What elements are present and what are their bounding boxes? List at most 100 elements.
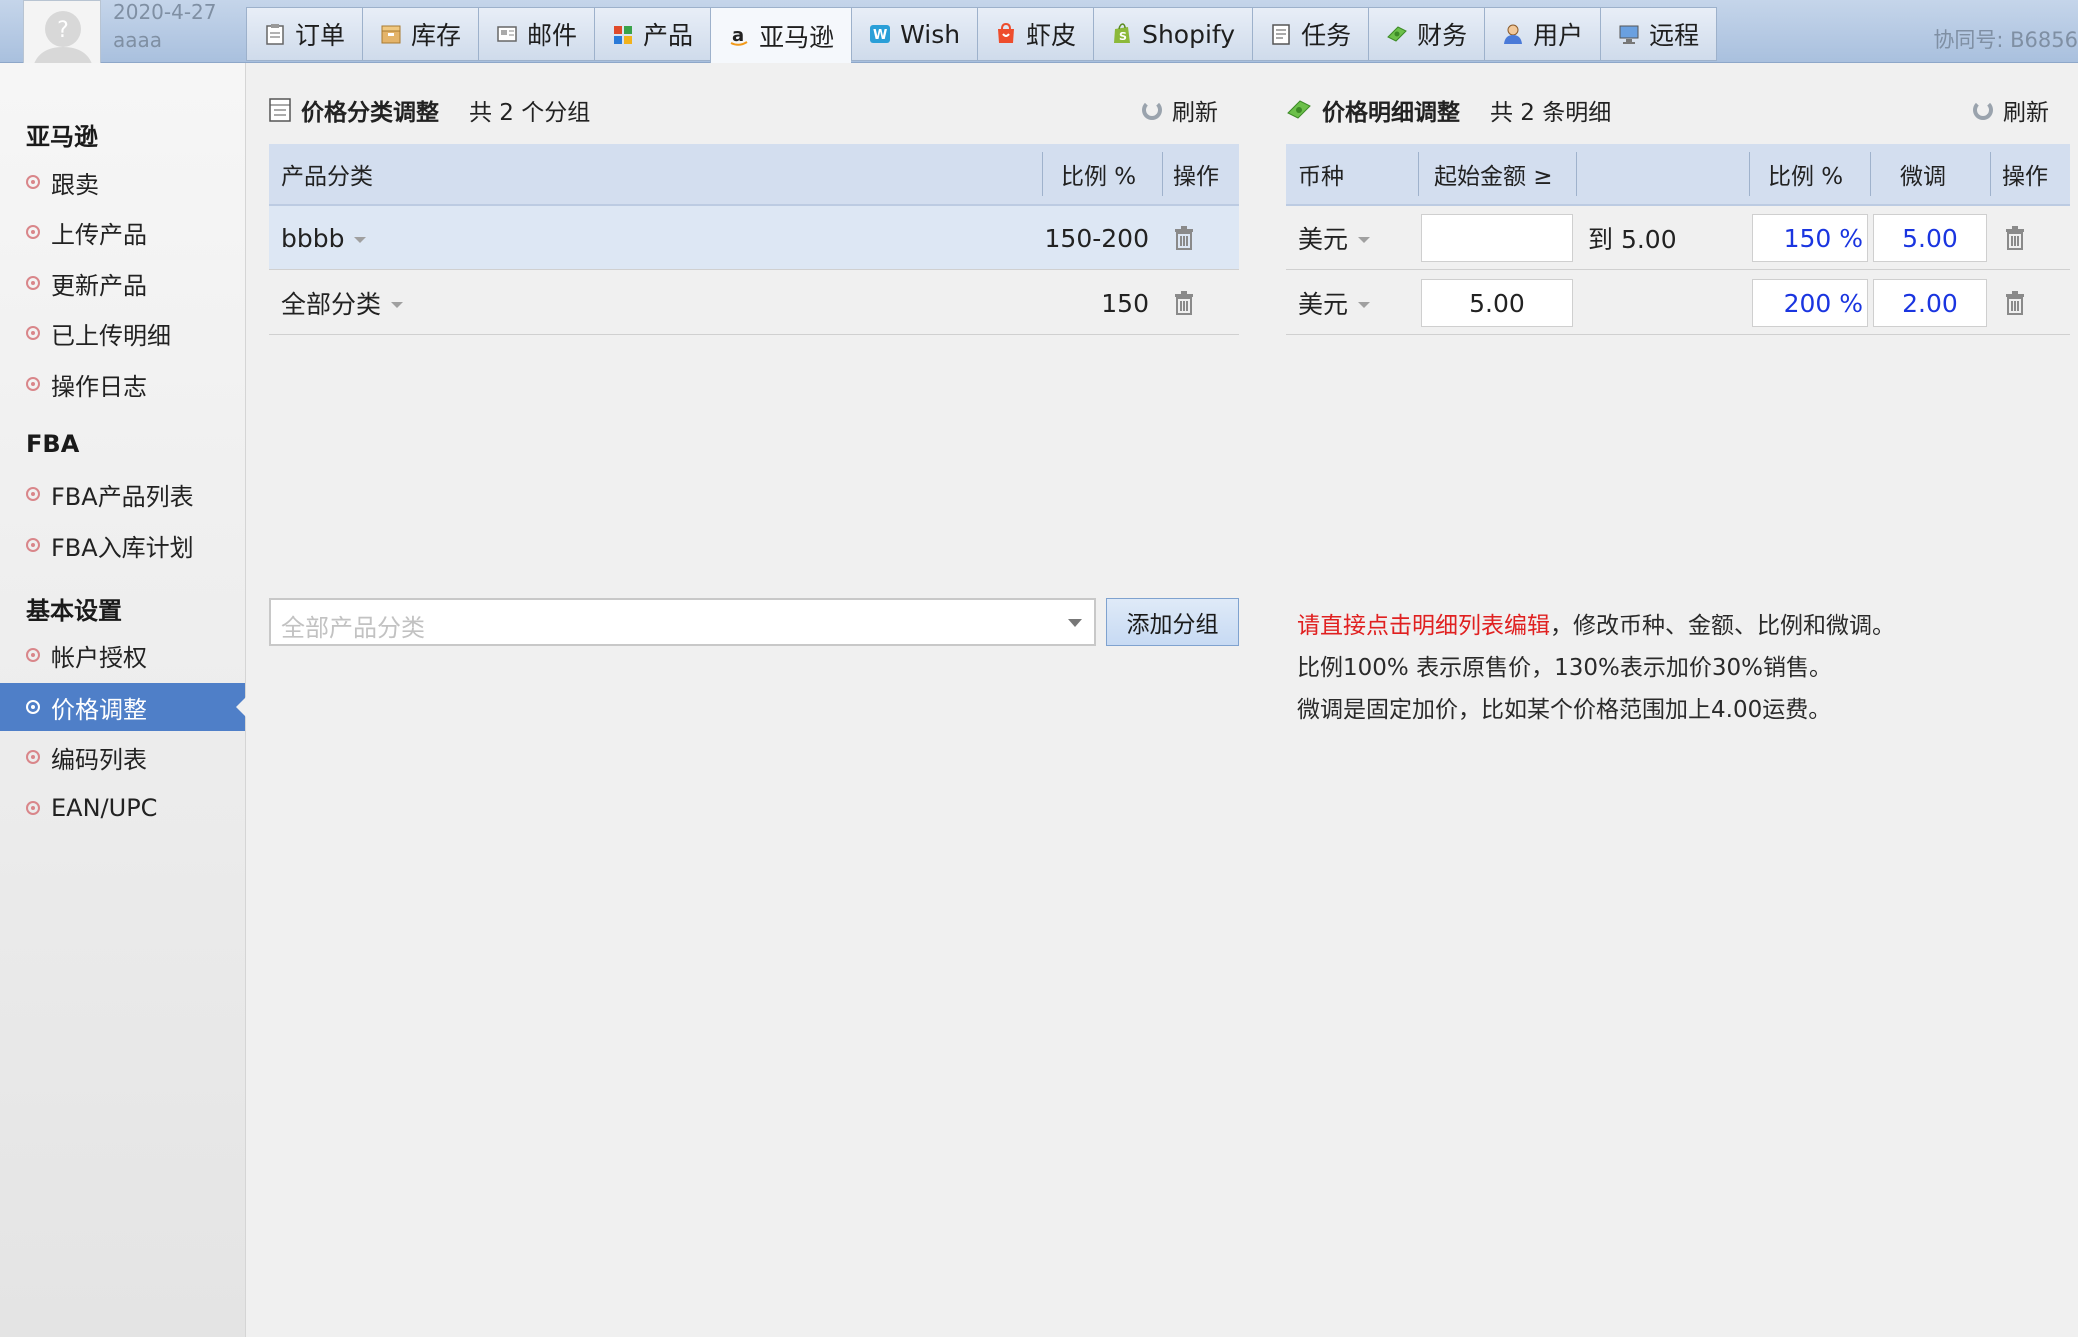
- ratio-value[interactable]: 150: [1029, 271, 1149, 335]
- tab-tasks[interactable]: 任务: [1252, 7, 1369, 61]
- tab-label: Shopify: [1142, 19, 1236, 49]
- sidebar-item-account-auth[interactable]: 帐户授权: [0, 631, 245, 679]
- currency-dropdown[interactable]: 美元: [1298, 206, 1371, 270]
- sidebar: 亚马逊 跟卖 上传产品 更新产品 已上传明细 操作日志 FBA FBA产品列表 …: [0, 63, 246, 1337]
- tab-label: 远程: [1649, 21, 1700, 50]
- chevron-down-icon: [391, 302, 404, 308]
- tab-shopee[interactable]: 虾皮: [977, 7, 1094, 61]
- table-row[interactable]: bbbb 150-200: [269, 206, 1239, 270]
- refresh-label: 刷新: [2003, 100, 2049, 126]
- category-dropdown[interactable]: 全部分类: [281, 271, 404, 335]
- adjust-field[interactable]: 5.00: [1873, 214, 1987, 262]
- table-row[interactable]: 全部分类 150: [269, 271, 1239, 335]
- sidebar-item-update-product[interactable]: 更新产品: [0, 259, 245, 307]
- tab-label: 订单: [295, 21, 346, 50]
- tab-label: 虾皮: [1026, 21, 1077, 50]
- column-header-adjust[interactable]: 微调: [1900, 144, 1946, 204]
- bullet-icon: [26, 648, 40, 662]
- detail-table-header: 币种 起始金额 ≥ 比例 % 微调 操作: [1286, 144, 2070, 206]
- chevron-down-icon: [354, 237, 367, 243]
- tab-label: 任务: [1301, 21, 1352, 50]
- help-emphasis: 请直接点击明细列表编辑: [1297, 613, 1550, 639]
- tab-inventory[interactable]: 库存: [362, 7, 479, 61]
- bullet-icon: [26, 377, 40, 391]
- column-divider: [1418, 152, 1419, 196]
- ratio-field[interactable]: 200 %: [1752, 279, 1868, 327]
- user-placeholder-icon: ?: [24, 1, 100, 71]
- table-row[interactable]: 美元 到 5.00 150 % 5.00: [1286, 206, 2070, 270]
- currency-value: 美元: [1298, 290, 1349, 319]
- grid-icon: [614, 26, 633, 44]
- delete-button[interactable]: [2002, 271, 2028, 335]
- column-divider: [1042, 152, 1043, 196]
- tab-wish[interactable]: W Wish: [851, 7, 978, 61]
- trash-icon: [2006, 226, 2024, 250]
- bullet-icon: [26, 801, 40, 815]
- monitor-icon: [1619, 25, 1639, 44]
- table-row[interactable]: 美元 5.00 200 % 2.00: [1286, 271, 2070, 335]
- sidebar-group-settings: 基本设置: [26, 597, 122, 625]
- bullet-icon: [26, 276, 40, 290]
- column-divider: [1749, 152, 1750, 196]
- sidebar-item-label: 更新产品: [51, 271, 147, 300]
- sidebar-item-fba-products[interactable]: FBA产品列表: [0, 470, 245, 518]
- tab-label: 产品: [643, 21, 694, 50]
- money-icon: [1287, 100, 1311, 119]
- sidebar-item-operation-log[interactable]: 操作日志: [0, 360, 245, 408]
- tab-amazon[interactable]: a 亚马逊: [710, 7, 852, 63]
- refresh-categories-button[interactable]: 刷新: [1142, 90, 1218, 130]
- sidebar-item-ean-upc[interactable]: EAN/UPC: [0, 784, 245, 832]
- add-group-button[interactable]: 添加分组: [1106, 598, 1239, 646]
- start-amount-field[interactable]: [1421, 214, 1573, 262]
- column-header-ratio[interactable]: 比例 %: [1768, 144, 1843, 204]
- box-icon: [381, 25, 401, 44]
- column-header-actions: 操作: [1173, 164, 1219, 190]
- tab-products[interactable]: 产品: [594, 7, 711, 61]
- chevron-down-icon: [1358, 302, 1371, 308]
- sidebar-item-label: 价格调整: [51, 695, 147, 724]
- column-header-ratio[interactable]: 比例 %: [1061, 144, 1136, 204]
- tab-label: 邮件: [527, 21, 578, 50]
- tab-orders[interactable]: 订单: [246, 7, 363, 61]
- sidebar-item-upload-product[interactable]: 上传产品: [0, 208, 245, 256]
- column-header-currency[interactable]: 币种: [1298, 144, 1344, 204]
- trash-icon: [1175, 226, 1193, 250]
- task-icon: [1272, 24, 1290, 45]
- category-select[interactable]: 全部产品分类: [269, 598, 1096, 646]
- tab-users[interactable]: 用户: [1484, 7, 1601, 61]
- start-amount-field[interactable]: 5.00: [1421, 279, 1573, 327]
- tab-shopify[interactable]: S Shopify: [1093, 7, 1253, 61]
- adjust-field[interactable]: 2.00: [1873, 279, 1987, 327]
- sidebar-item-label: 编码列表: [51, 745, 147, 774]
- panel-heading: 价格明细调整: [1322, 100, 1460, 126]
- sidebar-item-code-list[interactable]: 编码列表: [0, 733, 245, 781]
- ratio-value[interactable]: 150-200: [1029, 206, 1149, 270]
- sidebar-item-label: 已上传明细: [51, 321, 171, 350]
- column-divider: [1990, 152, 1991, 196]
- svg-text:a: a: [732, 25, 744, 46]
- delete-button[interactable]: [1171, 206, 1197, 270]
- ratio-field[interactable]: 150 %: [1752, 214, 1868, 262]
- tab-mail[interactable]: 邮件: [478, 7, 595, 61]
- delete-button[interactable]: [1171, 271, 1197, 335]
- sidebar-group-fba: FBA: [26, 430, 80, 458]
- bullet-icon: [26, 225, 40, 239]
- sidebar-item-fba-inbound-plan[interactable]: FBA入库计划: [0, 521, 245, 569]
- sidebar-item-uploaded-details[interactable]: 已上传明细: [0, 309, 245, 357]
- sidebar-item-label: FBA入库计划: [51, 533, 194, 562]
- sidebar-item-follow-sell[interactable]: 跟卖: [0, 158, 245, 206]
- category-dropdown[interactable]: bbbb: [281, 206, 367, 270]
- column-header-category[interactable]: 产品分类: [281, 144, 373, 204]
- delete-button[interactable]: [2002, 206, 2028, 270]
- sidebar-item-price-adjust[interactable]: 价格调整: [0, 683, 246, 731]
- tab-remote[interactable]: 远程: [1600, 7, 1718, 61]
- column-header-start-amount[interactable]: 起始金额 ≥: [1434, 144, 1553, 204]
- avatar[interactable]: ?: [23, 0, 101, 72]
- category-panel-title: 价格分类调整 共 2 个分组: [269, 90, 590, 130]
- currency-dropdown[interactable]: 美元: [1298, 271, 1371, 335]
- tab-label: 亚马逊: [759, 22, 835, 52]
- chevron-down-icon: [1068, 619, 1082, 627]
- refresh-details-button[interactable]: 刷新: [1973, 90, 2049, 130]
- sidebar-item-label: 操作日志: [51, 372, 147, 401]
- tab-finance[interactable]: 财务: [1368, 7, 1485, 61]
